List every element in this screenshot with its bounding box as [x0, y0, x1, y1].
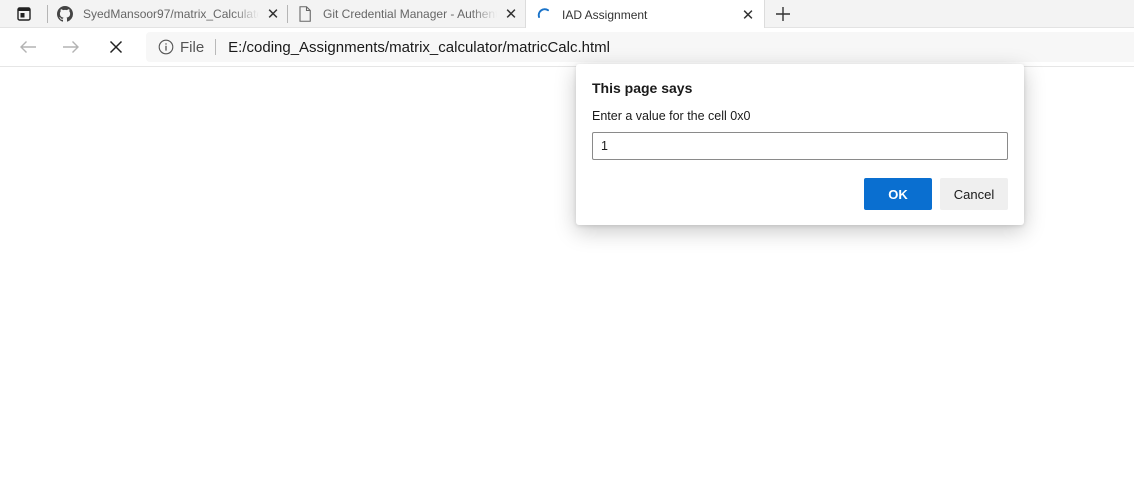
address-bar[interactable]: File E:/coding_Assignments/matrix_calcul…: [146, 32, 1134, 62]
back-button[interactable]: [16, 36, 40, 58]
cancel-button[interactable]: Cancel: [940, 178, 1008, 210]
stop-loading-button[interactable]: [104, 36, 128, 58]
url-text[interactable]: E:/coding_Assignments/matrix_calculator/…: [228, 39, 610, 56]
tab-actions-button[interactable]: [14, 4, 34, 24]
tab-separator: [287, 5, 288, 23]
address-divider: [215, 39, 217, 55]
close-icon[interactable]: ✕: [740, 7, 756, 24]
prompt-input[interactable]: [592, 132, 1008, 160]
close-icon: [109, 40, 123, 54]
dialog-message: Enter a value for the cell 0x0: [592, 109, 751, 123]
tab-title: IAD Assignment: [562, 7, 648, 22]
arrow-right-icon: [63, 41, 79, 53]
tab-github[interactable]: SyedMansoor97/matrix_Calculator ✕: [57, 0, 281, 28]
prompt-dialog: This page says Enter a value for the cel…: [576, 64, 1024, 225]
github-icon: [57, 6, 73, 22]
scheme-label: File: [180, 38, 205, 56]
info-icon[interactable]: [158, 39, 174, 55]
loading-spinner-icon: [536, 7, 552, 23]
arrow-left-icon: [20, 41, 36, 53]
tab-strip: SyedMansoor97/matrix_Calculator ✕ Git Cr…: [0, 0, 1134, 29]
browser-toolbar: File E:/coding_Assignments/matrix_calcul…: [0, 28, 1134, 67]
tab-separator: [47, 5, 48, 23]
tab-iad-assignment[interactable]: IAD Assignment ✕: [525, 0, 765, 29]
tab-actions-icon: [17, 7, 31, 21]
page-icon: [297, 6, 313, 22]
ok-button[interactable]: OK: [864, 178, 932, 210]
tab-title: SyedMansoor97/matrix_Calculator: [83, 7, 259, 21]
forward-button[interactable]: [59, 36, 83, 58]
close-icon[interactable]: ✕: [265, 6, 281, 23]
tab-title: Git Credential Manager - Authentication: [323, 7, 497, 21]
new-tab-button[interactable]: [772, 3, 794, 25]
plus-icon: [776, 7, 790, 21]
tab-git-credential-manager[interactable]: Git Credential Manager - Authentication …: [297, 0, 519, 28]
dialog-heading: This page says: [592, 80, 693, 96]
close-icon[interactable]: ✕: [503, 6, 519, 23]
